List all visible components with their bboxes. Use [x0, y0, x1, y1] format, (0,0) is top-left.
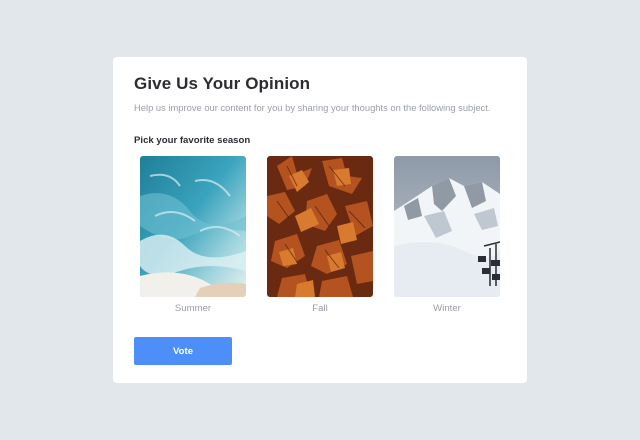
option-fall[interactable]: Fall	[267, 156, 373, 314]
option-label-winter: Winter	[433, 303, 461, 314]
vote-button[interactable]: Vote	[134, 337, 232, 365]
survey-card: Give Us Your Opinion Help us improve our…	[113, 57, 527, 383]
survey-subtitle: Help us improve our content for you by s…	[134, 102, 491, 113]
winter-image[interactable]	[394, 156, 500, 297]
fall-image[interactable]	[267, 156, 373, 297]
option-winter[interactable]: Winter	[394, 156, 500, 314]
survey-title: Give Us Your Opinion	[134, 74, 311, 93]
question-label: Pick your favorite season	[134, 135, 251, 146]
option-summer[interactable]: Summer	[140, 156, 246, 314]
summer-image[interactable]	[140, 156, 246, 297]
option-label-fall: Fall	[312, 303, 328, 314]
option-label-summer: Summer	[174, 303, 212, 314]
